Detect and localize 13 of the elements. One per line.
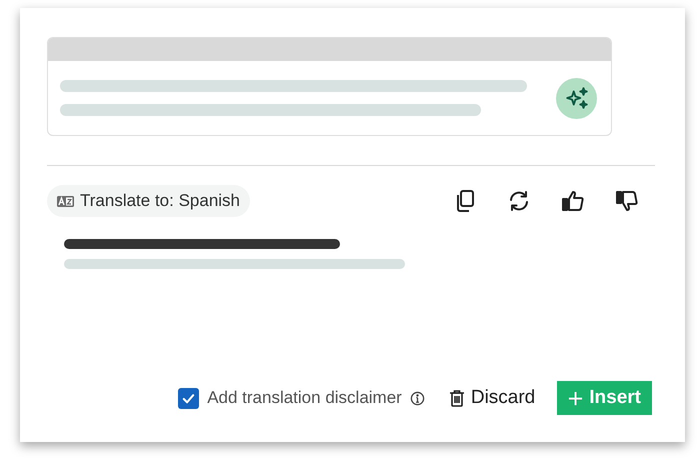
info-icon[interactable]	[410, 390, 425, 406]
trash-icon	[448, 389, 465, 407]
disclaimer-label: Add translation disclaimer	[207, 387, 402, 410]
checkbox[interactable]	[178, 388, 200, 408]
language-label: Translate to: Spanish	[80, 190, 240, 212]
refresh-icon[interactable]	[507, 189, 531, 213]
discard-button[interactable]: Discard	[448, 381, 536, 415]
thumbs-down-icon[interactable]	[615, 189, 639, 213]
thumbs-up-icon[interactable]	[561, 189, 585, 213]
translate-icon	[57, 196, 74, 206]
sparkle-icon[interactable]	[556, 78, 597, 118]
plus-icon	[568, 390, 584, 406]
language-chip[interactable]: Translate to: Spanish	[47, 185, 250, 217]
